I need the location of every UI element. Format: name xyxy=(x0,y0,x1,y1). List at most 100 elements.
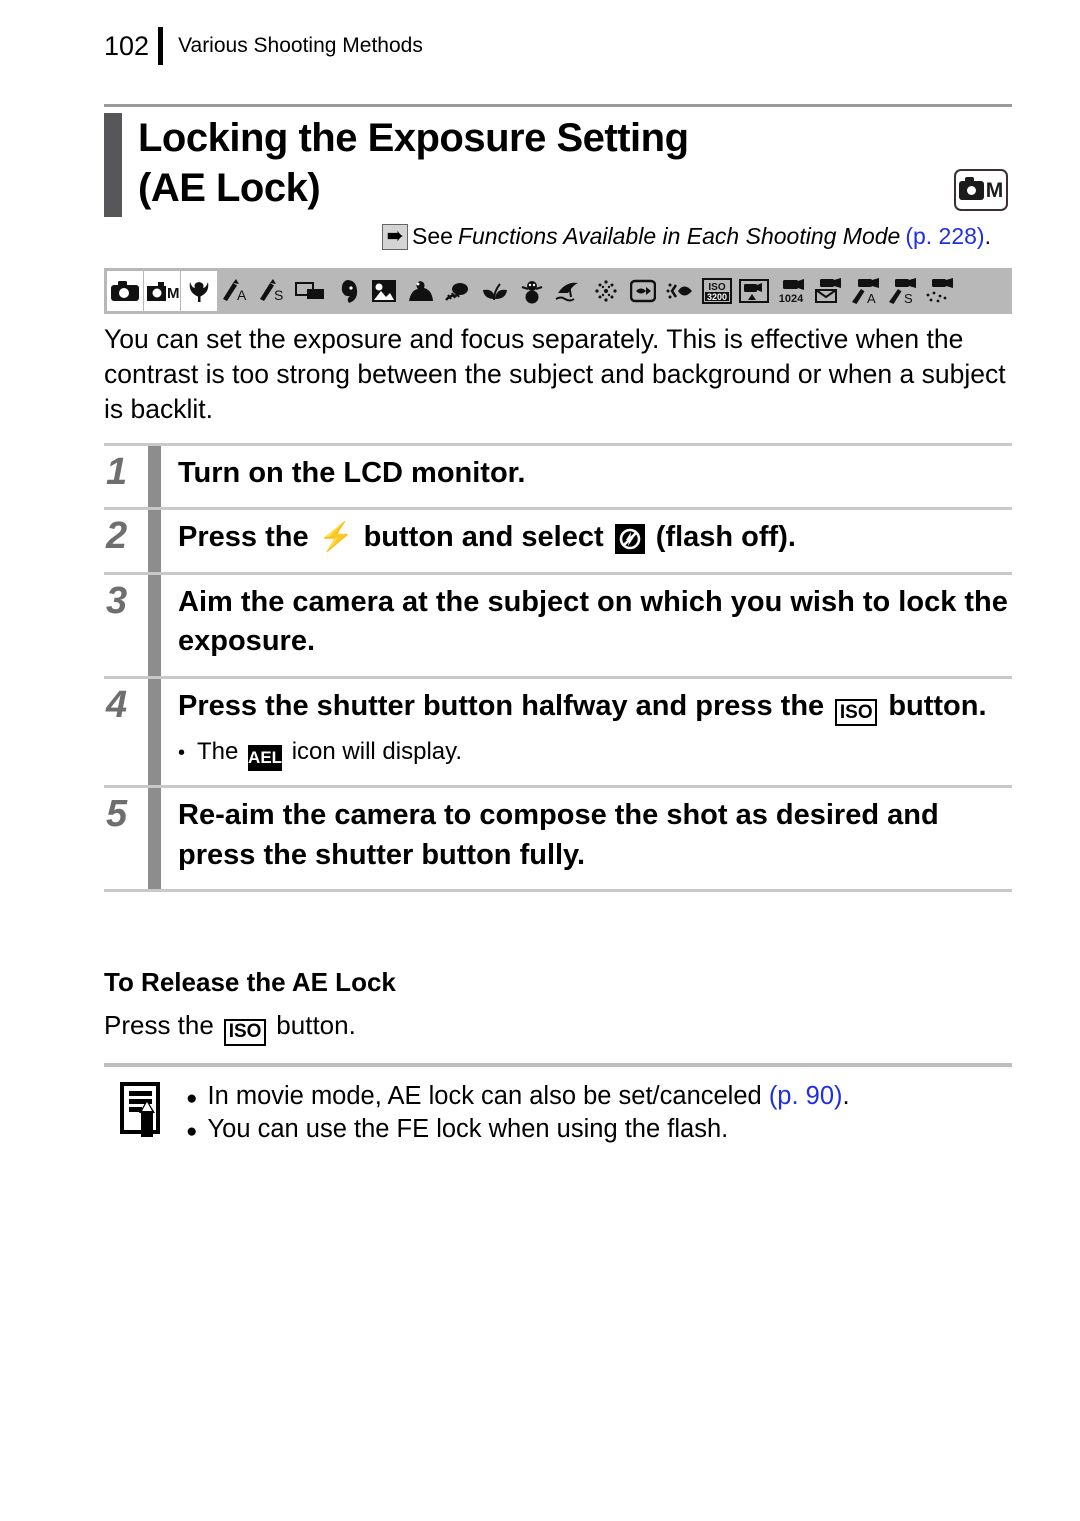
see-also-reference-title: Functions Available in Each Shooting Mod… xyxy=(457,223,901,249)
note-box: ● In movie mode, AE lock can also be set… xyxy=(104,1063,1012,1145)
step-body: Press the shutter button halfway and pre… xyxy=(178,679,1012,785)
note-text: In movie mode, AE lock can also be set/c… xyxy=(207,1082,762,1110)
step-body: Press the ⚡ button and select (flash off… xyxy=(178,510,1012,571)
step-text-part: button and select xyxy=(363,521,604,554)
step-text-part: button. xyxy=(888,689,987,722)
release-text-part: Press the xyxy=(104,1010,214,1040)
beach-icon xyxy=(551,271,587,311)
svg-text:S: S xyxy=(274,287,283,303)
aperture-priority-av-icon: A xyxy=(218,271,254,311)
aquarium-icon xyxy=(625,271,661,311)
note-text-part: The xyxy=(197,738,239,766)
movie-color-swap-icon: S xyxy=(884,271,920,311)
page-number: 102 xyxy=(104,30,150,61)
note-item: ● You can use the FE lock when using the… xyxy=(186,1113,1012,1146)
bullet-icon: • xyxy=(178,742,186,765)
night-snapshot-icon xyxy=(366,271,402,311)
title-block: Locking the Exposure Setting (AE Lock) M xyxy=(104,104,1012,217)
step-accent-bar xyxy=(148,510,161,572)
step-item: 5 Re-aim the camera to compose the shot … xyxy=(104,785,1012,893)
svg-text:1024: 1024 xyxy=(779,293,804,304)
step-body: Aim the camera at the subject on which y… xyxy=(178,575,1012,676)
digital-macro-tulip-icon xyxy=(181,271,217,311)
step-text: Press the ⚡ button and select (flash off… xyxy=(178,518,1012,557)
notepad-pencil-icon xyxy=(104,1080,164,1143)
note-period: . xyxy=(842,1082,850,1110)
step-accent-bar xyxy=(148,678,161,786)
title-row: Locking the Exposure Setting (AE Lock) M xyxy=(104,113,1012,217)
mode-badge-letter: M xyxy=(985,178,1004,202)
section-title: Various Shooting Methods xyxy=(178,34,423,57)
release-section-text: Press the ISO button. xyxy=(104,1010,1012,1046)
foliage-icon xyxy=(477,271,513,311)
note-text: You can use the FE lock when using the f… xyxy=(207,1114,729,1143)
step-text: Turn on the LCD monitor. xyxy=(178,457,526,489)
step-number: 5 xyxy=(106,793,128,836)
step-sub-note: • The AEL icon will display. xyxy=(178,738,1012,772)
release-section-title: To Release the AE Lock xyxy=(104,967,396,997)
movie-color-accent-icon: A xyxy=(847,271,883,311)
note-item: ● In movie mode, AE lock can also be set… xyxy=(186,1080,1012,1113)
step-text-part: Press the xyxy=(178,521,309,554)
camera-auto-icon xyxy=(107,271,143,311)
title-accent-bar xyxy=(104,113,122,217)
page-title-line2: (AE Lock) xyxy=(138,166,321,210)
step-number: 2 xyxy=(106,515,128,558)
arrow-right-icon: ➠ xyxy=(382,223,408,250)
movie-standard-icon xyxy=(736,271,772,311)
step-accent-bar xyxy=(148,788,161,890)
step-item: 2 Press the ⚡ button and select (flash o… xyxy=(104,507,1012,572)
time-lapse-movie-icon xyxy=(921,271,957,311)
step-text: Re-aim the camera to compose the shot as… xyxy=(178,799,939,871)
indoor-icon xyxy=(440,271,476,311)
note-list: ● In movie mode, AE lock can also be set… xyxy=(164,1080,1012,1145)
manual-page: 102 Various Shooting Methods Locking the… xyxy=(0,0,1080,1521)
iso-button-icon: ISO xyxy=(835,699,878,727)
see-also-line: ➠ See Functions Available in Each Shooti… xyxy=(382,223,991,250)
note-text-part: icon will display. xyxy=(291,738,463,766)
iso-button-icon: ISO xyxy=(224,1018,267,1046)
movie-mail-icon xyxy=(810,271,846,311)
step-text: Aim the camera at the subject on which y… xyxy=(178,585,1008,658)
title-top-rule xyxy=(104,104,1012,107)
step-item: 1 Turn on the LCD monitor. xyxy=(104,443,1012,508)
step-accent-bar xyxy=(148,574,161,676)
bullet-icon: ● xyxy=(186,1120,198,1142)
shutter-priority-tv-icon: S xyxy=(255,271,291,311)
camera-icon xyxy=(958,176,984,200)
page-title: Locking the Exposure Setting (AE Lock) xyxy=(138,113,1012,213)
note-page-ref[interactable]: (p. 90) xyxy=(769,1082,843,1110)
page-title-line1: Locking the Exposure Setting xyxy=(138,116,689,160)
intro-paragraph: You can set the exposure and focus separ… xyxy=(104,324,1006,424)
release-section: To Release the AE Lock Press the ISO but… xyxy=(104,967,1012,1046)
step-text-part: (flash off). xyxy=(655,521,796,554)
svg-text:3200: 3200 xyxy=(707,292,727,302)
step-item: 3 Aim the camera at the subject on which… xyxy=(104,571,1012,676)
mode-badge-camera-m: M xyxy=(954,169,1008,211)
camera-manual-m-icon: M xyxy=(144,271,180,311)
svg-text:S: S xyxy=(904,291,913,304)
svg-text:M: M xyxy=(167,285,179,302)
flash-bolt-icon: ⚡ xyxy=(318,521,354,553)
svg-text:A: A xyxy=(867,291,876,304)
step-number: 4 xyxy=(106,683,128,726)
shooting-mode-icon-strip: M A S ISO 3200 1024 A S xyxy=(104,268,1012,314)
step-number: 3 xyxy=(106,579,128,622)
underwater-icon xyxy=(662,271,698,311)
flash-off-icon xyxy=(614,524,645,555)
step-item: 4 Press the shutter button halfway and p… xyxy=(104,675,1012,786)
movie-1024-icon: 1024 xyxy=(773,271,809,311)
running-header: 102 Various Shooting Methods xyxy=(104,26,423,66)
stitch-assist-icon xyxy=(292,271,328,311)
portrait-icon xyxy=(329,271,365,311)
ael-icon: AEL xyxy=(248,745,283,772)
step-body: Turn on the LCD monitor. xyxy=(178,446,1012,507)
snow-person-icon xyxy=(514,271,550,311)
release-text-part: button. xyxy=(276,1010,356,1040)
iso-3200-icon: ISO 3200 xyxy=(699,271,735,311)
step-text-part: Press the shutter button halfway and pre… xyxy=(178,689,825,722)
kids-and-pets-icon xyxy=(403,271,439,311)
fireworks-icon xyxy=(588,271,624,311)
see-also-page-ref[interactable]: (p. 228) xyxy=(900,223,984,250)
svg-text:A: A xyxy=(237,287,247,303)
